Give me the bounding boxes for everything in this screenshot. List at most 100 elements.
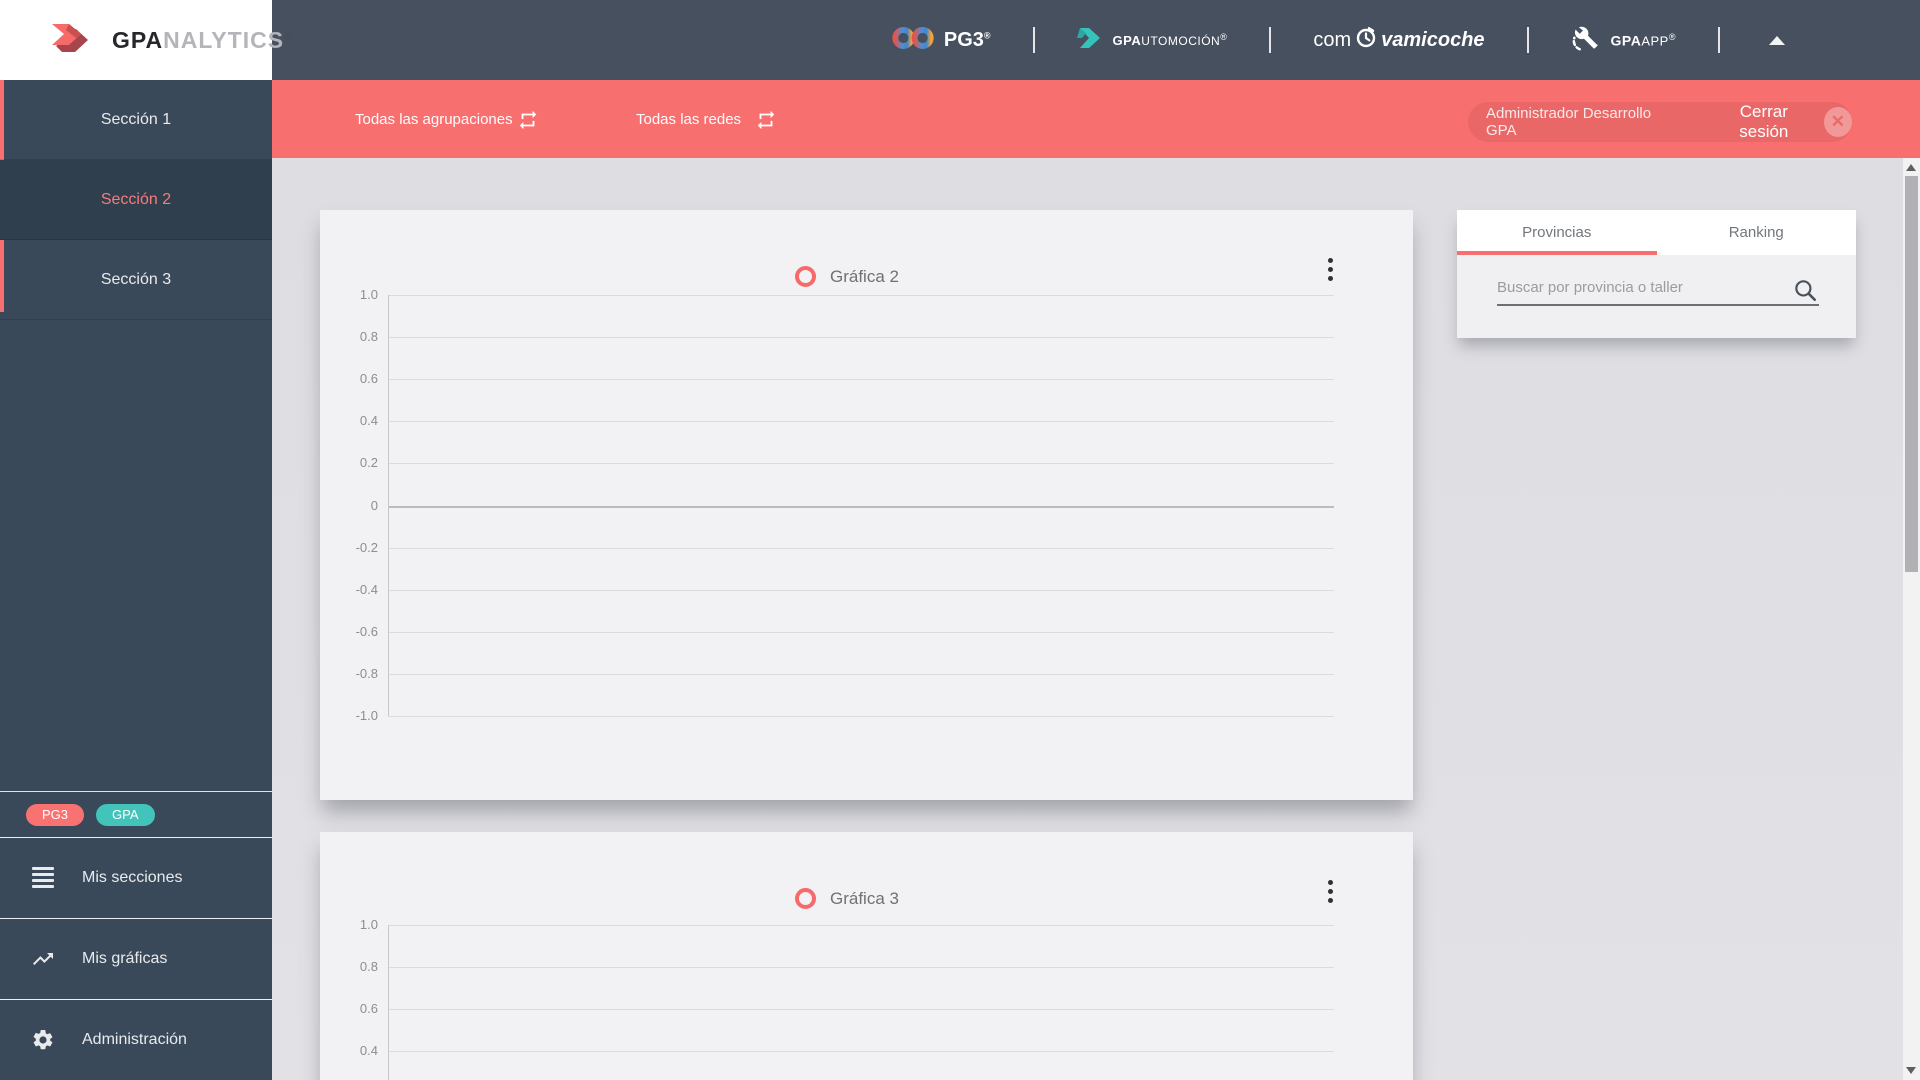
repeat-icon	[519, 110, 537, 130]
scrollbar-down-arrow[interactable]	[1906, 1067, 1916, 1074]
chart-legend: Gráfica 2	[795, 266, 899, 287]
sidebar: Sección 1 Sección 2 Sección 3 PG3 GPA Mi…	[0, 80, 272, 1080]
pg3-label: PG3®	[943, 28, 991, 51]
y-tick-label: 0.2	[359, 455, 378, 471]
y-tick-label: -0.6	[355, 623, 378, 639]
gridline	[388, 379, 1334, 381]
y-tick-label: 0.8	[359, 959, 378, 975]
y-tick-label: 0.8	[359, 329, 378, 345]
scrollbar-up-arrow[interactable]	[1906, 164, 1916, 171]
chevron-up-icon	[1769, 35, 1785, 45]
close-session-icon[interactable]: ✕	[1823, 107, 1852, 137]
user-session-pill: Administrador Desarrollo GPA Cerrar sesi…	[1468, 102, 1852, 142]
legend-marker-icon	[795, 888, 816, 909]
tab-ranking[interactable]: Ranking	[1657, 210, 1857, 255]
gridline	[388, 967, 1334, 969]
sidebar-item-seccion-2[interactable]: Sección 2	[0, 160, 272, 240]
y-tick-label: -0.8	[355, 665, 378, 681]
scrollbar-track[interactable]	[1903, 158, 1920, 1080]
y-tick-label: 0.6	[359, 371, 378, 387]
badge-gpa[interactable]: GPA	[96, 803, 155, 826]
panel-body	[1457, 255, 1856, 338]
tab-provincias[interactable]: Provincias	[1457, 210, 1657, 255]
logout-button[interactable]: Cerrar sesión	[1716, 102, 1812, 142]
gridline	[388, 673, 1334, 675]
y-axis-line	[388, 925, 389, 1080]
chart-legend: Gráfica 3	[795, 888, 899, 909]
gridline	[388, 925, 1334, 926]
badge-pg3[interactable]: PG3	[26, 803, 85, 826]
repeat-icon	[757, 110, 775, 130]
gpanalytics-logo-text: GPANALYTICS®	[112, 26, 293, 53]
sidebar-item-seccion-1[interactable]: Sección 1	[0, 80, 272, 160]
chart-menu-kebab-icon[interactable]	[1320, 874, 1340, 908]
chart-card-grafica-2: Gráfica 2 1.0 0.8 0.6 0.4 0.2 0 -0.2 -0.4 -0.6 -0…	[320, 210, 1413, 800]
y-tick-label: 1.0	[359, 287, 378, 302]
y-tick-label: 1.0	[359, 917, 378, 932]
comvamicoche-brand: com vamicoche	[1313, 25, 1485, 55]
networks-refresh-button[interactable]	[755, 109, 777, 131]
navbar-divider	[1718, 27, 1720, 53]
navbar-divider	[1269, 27, 1272, 53]
networks-filter-select[interactable]: Todas las redes	[630, 80, 747, 158]
y-tick-label: -1.0	[355, 708, 378, 723]
y-tick-label: 0.6	[359, 1001, 378, 1017]
y-tick-label: -0.2	[355, 539, 378, 555]
navbar-collapse-button[interactable]	[1762, 25, 1792, 55]
navbar-divider	[1526, 27, 1529, 53]
gridline	[388, 421, 1334, 423]
gridline	[388, 547, 1334, 549]
y-tick-label: 0.4	[359, 413, 378, 429]
legend-marker-icon	[795, 266, 816, 287]
clock-icon	[1354, 25, 1378, 55]
gpautomocion-brand: GPAUTOMOCIÓN®	[1076, 26, 1228, 55]
y-tick-label: -0.4	[355, 581, 378, 597]
gridline	[388, 295, 1334, 296]
gridline	[388, 589, 1334, 591]
menu-item-label: Mis gráficas	[82, 949, 168, 967]
menu-item-label: Mis secciones	[82, 868, 183, 886]
groups-refresh-button[interactable]	[517, 109, 539, 131]
y-axis-line	[388, 295, 389, 716]
gridline	[388, 631, 1334, 633]
search-icon[interactable]	[1791, 277, 1819, 305]
gridline	[388, 1009, 1334, 1011]
gpaapp-brand: GPAAPP®	[1571, 23, 1676, 58]
brand-bar: PG3® GPAUTOMOCIÓN® com vamicoche GPAAPP®	[892, 0, 1792, 80]
badges-row: PG3 GPA	[0, 791, 272, 837]
gpaapp-label: GPAAPP®	[1610, 31, 1676, 49]
comvamicoche-suffix: vamicoche	[1381, 28, 1485, 51]
menu-item-administracion[interactable]: Administración	[0, 999, 272, 1080]
wrench-icon	[1571, 23, 1601, 58]
search-input[interactable]	[1497, 273, 1819, 306]
provinces-panel: Provincias Ranking	[1457, 210, 1856, 338]
gridline	[388, 337, 1334, 339]
chart-title: Gráfica 3	[830, 888, 899, 908]
y-tick-label: 0	[370, 497, 378, 513]
navbar-divider	[1032, 27, 1035, 53]
pg3-infinity-icon	[892, 23, 934, 58]
gpanalytics-arrow-icon	[48, 16, 98, 65]
groups-filter-select[interactable]: Todas las agrupaciones	[349, 80, 519, 158]
sidebar-item-seccion-3[interactable]: Sección 3	[0, 240, 272, 320]
chart-menu-kebab-icon[interactable]	[1320, 252, 1340, 286]
zero-gridline	[388, 505, 1334, 508]
gpautomocion-arrow-icon	[1076, 26, 1103, 55]
search-field-wrap	[1497, 273, 1819, 306]
scrollbar-thumb[interactable]	[1905, 176, 1918, 572]
list-icon	[30, 865, 56, 891]
menu-item-mis-graficas[interactable]: Mis gráficas	[0, 918, 272, 998]
chart-card-grafica-3: Gráfica 3 1.00.80.60.40.20-0.2-0.4-0.6-0…	[320, 832, 1413, 1080]
filters-toolbar: Todas las agrupaciones Todas las redes A…	[272, 80, 1920, 158]
panel-tabs: Provincias Ranking	[1457, 210, 1856, 255]
trending-line-icon	[30, 946, 56, 972]
menu-item-label: Administración	[82, 1031, 187, 1048]
chart-title: Gráfica 2	[830, 266, 899, 286]
y-tick-label: 0.4	[359, 1043, 378, 1059]
gear-icon	[30, 1027, 56, 1053]
application-window: PG3® GPAUTOMOCIÓN® com vamicoche GPAAPP®…	[0, 0, 1920, 1080]
app-logo: GPANALYTICS®	[0, 0, 291, 80]
menu-item-mis-secciones[interactable]: Mis secciones	[0, 837, 272, 917]
user-name-label: Administrador Desarrollo GPA	[1486, 105, 1652, 139]
gridline	[388, 463, 1334, 465]
